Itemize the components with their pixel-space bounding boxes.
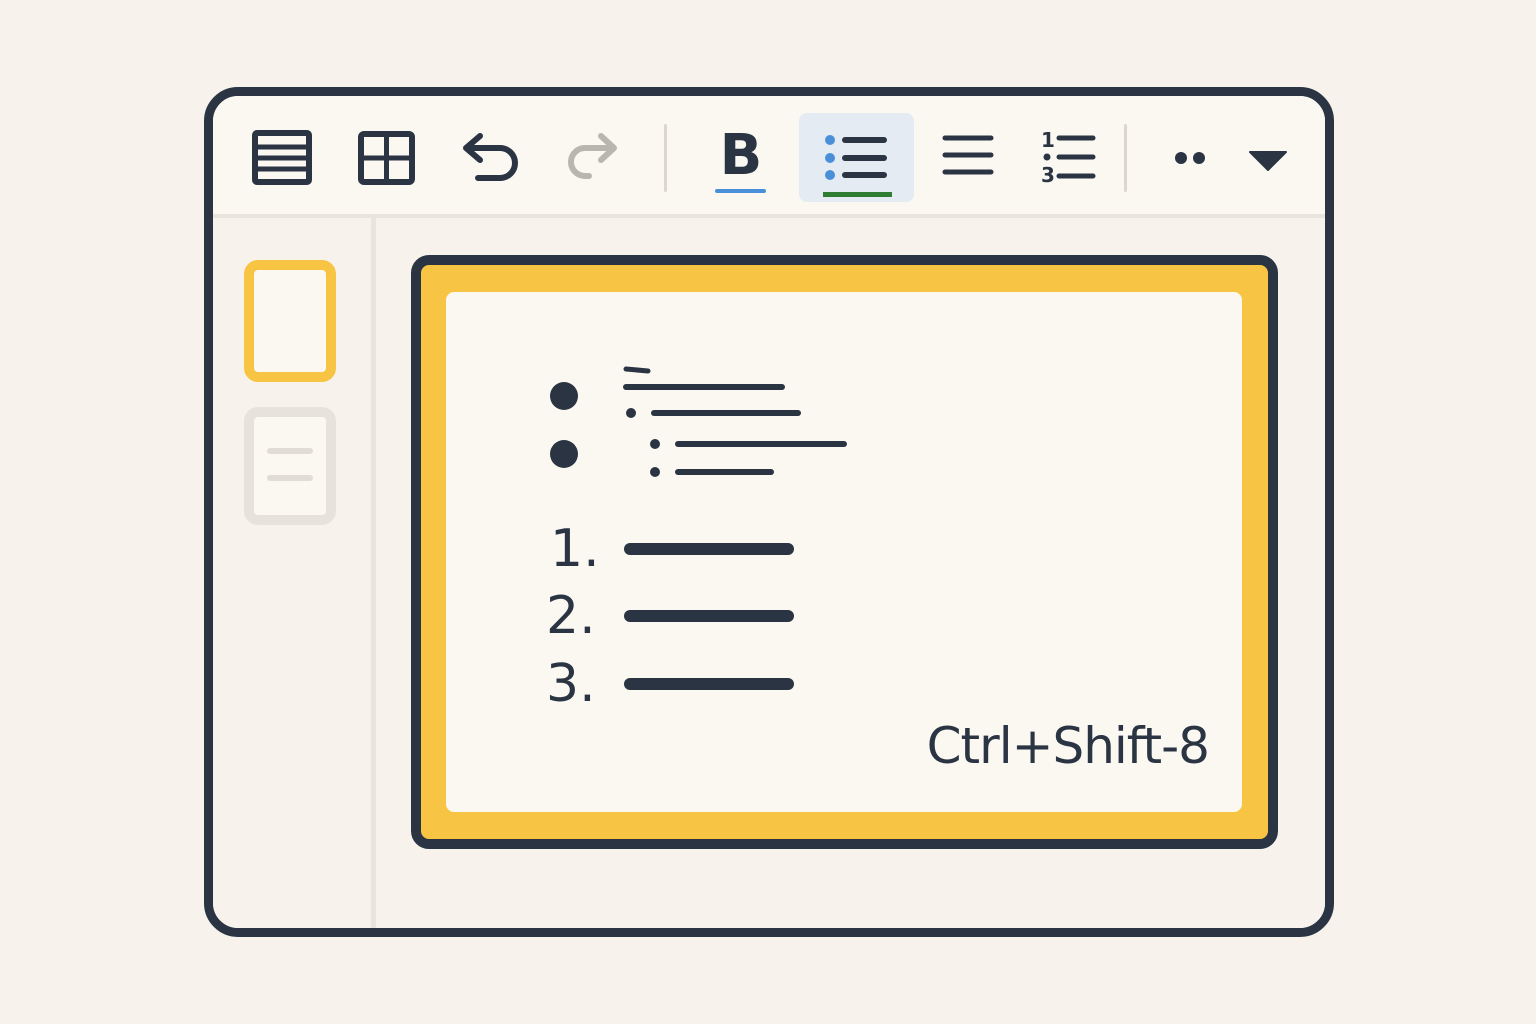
layout-icon [252,130,312,185]
toolbar: B 1 3 [213,96,1325,214]
table-button[interactable] [353,126,423,190]
slide-content[interactable]: 1. 2. 3. Ctrl+Shift-8 [446,292,1242,812]
bold-icon: B [709,120,773,200]
slide-thumbnail-1[interactable] [244,260,336,382]
bulleted-list-button[interactable] [799,113,914,202]
text-lines-icon [267,448,313,481]
dropdown-button[interactable] [1243,136,1293,180]
bold-underline [715,189,766,193]
list-number: 1. [550,519,600,579]
align-button[interactable] [933,126,1003,190]
toolbar-separator [664,124,667,192]
editor-window: B 1 3 1. 2. 3. Ctrl+Shift-8 [204,87,1334,937]
list-number: 2. [546,586,596,646]
more-button[interactable] [1161,136,1221,180]
slide-panel [213,218,371,928]
numbered-list-icon: 1 3 [1033,126,1103,190]
slide-thumbnail-2[interactable] [244,407,336,525]
slide-canvas-area: 1. 2. 3. Ctrl+Shift-8 [376,218,1325,928]
dropdown-icon [1249,151,1287,171]
bulleted-list-icon [823,135,892,197]
list-number: 3. [546,654,596,714]
keyboard-shortcut-hint: Ctrl+Shift-8 [926,717,1210,775]
layout-button[interactable] [243,126,313,190]
bold-label: B [719,123,763,188]
bullet-point [550,382,578,410]
toolbar-separator [1124,124,1127,192]
redo-button[interactable] [559,126,629,190]
table-icon [358,131,415,185]
align-icon [942,135,994,175]
bold-button[interactable]: B [709,120,773,200]
numbered-list-button[interactable]: 1 3 [1033,126,1103,190]
redo-icon [568,133,617,179]
undo-button[interactable] [456,126,526,190]
bullet-point [550,440,578,468]
undo-icon [463,133,518,181]
more-icon [1175,152,1205,164]
